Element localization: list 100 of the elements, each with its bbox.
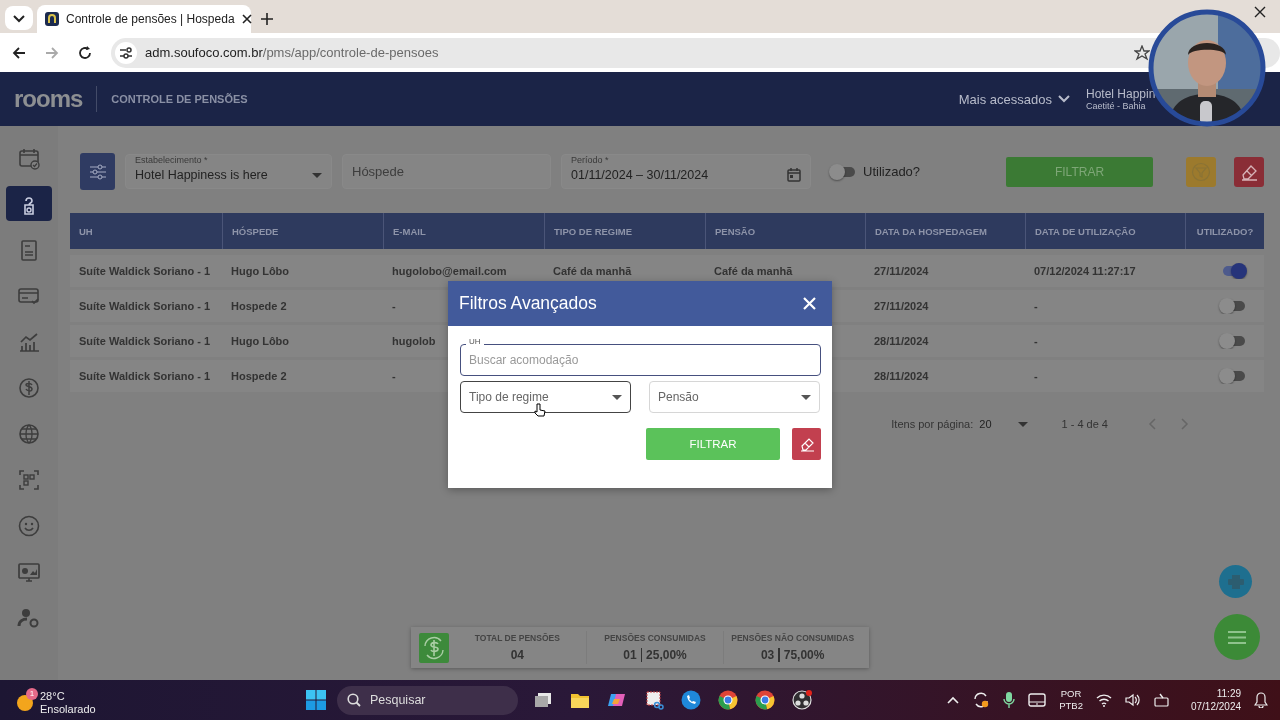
table-cell: Hospede 2 bbox=[231, 370, 287, 382]
toggle-switch[interactable] bbox=[1218, 333, 1245, 349]
windows-logo-icon[interactable] bbox=[305, 690, 326, 710]
column-header: UH bbox=[78, 224, 94, 239]
table-cell: - bbox=[1034, 335, 1038, 347]
column-header: UTILIZADO? bbox=[1185, 213, 1264, 249]
dropdown-caret-icon bbox=[312, 172, 322, 178]
site-icon bbox=[45, 12, 59, 26]
table-cell: Suíte Waldick Soriano - 1 bbox=[79, 335, 210, 347]
summary-value: 03 bbox=[760, 648, 775, 662]
reload-icon[interactable] bbox=[78, 45, 92, 60]
tab-title: Controle de pensões | Hospeda bbox=[66, 12, 235, 26]
page-size-select[interactable]: 20 bbox=[979, 418, 1028, 430]
weather-widget[interactable]: 1 28°C Ensolarado bbox=[16, 681, 96, 719]
menu-icon bbox=[1228, 630, 1246, 644]
task-view-icon[interactable] bbox=[532, 690, 553, 710]
back-icon[interactable] bbox=[12, 45, 26, 60]
dollar-cycle-icon bbox=[17, 375, 41, 400]
sliders-icon bbox=[88, 163, 107, 180]
summary-label: TOTAL DE PENSÕES bbox=[474, 633, 560, 643]
sidebar-item[interactable] bbox=[6, 186, 52, 221]
keyboard-language[interactable]: POR PTB2 bbox=[1059, 688, 1083, 712]
summary-value: 01 bbox=[623, 648, 637, 662]
table-cell: hugolobo@email.com bbox=[392, 265, 507, 277]
column-header: PENSÃO bbox=[705, 213, 865, 249]
column-header: DATA DA HOSPEDAGEM bbox=[865, 213, 1025, 249]
toggle-switch[interactable] bbox=[829, 163, 855, 180]
clock[interactable]: 11:29 07/12/2024 bbox=[1190, 687, 1241, 713]
phone-icon[interactable] bbox=[680, 690, 701, 710]
pointer-cursor-icon bbox=[534, 403, 546, 417]
page-range: 1 - 4 de 4 bbox=[1061, 418, 1108, 430]
smiley-icon bbox=[17, 513, 41, 538]
guest-field[interactable]: Hóspede bbox=[342, 154, 551, 189]
notification-badge: 1 bbox=[26, 688, 38, 700]
summary-label: PENSÕES NÃO CONSUMIDAS bbox=[731, 633, 855, 643]
table-cell: Suíte Waldick Soriano - 1 bbox=[79, 300, 210, 312]
table-cell: 28/11/2024 bbox=[874, 370, 929, 382]
snipping-tool-icon[interactable] bbox=[643, 690, 664, 710]
eraser-icon bbox=[798, 436, 815, 452]
table-cell: Suíte Waldick Soriano - 1 bbox=[79, 265, 210, 277]
tablet-icon[interactable] bbox=[1028, 693, 1047, 707]
globe-icon bbox=[17, 421, 41, 446]
table-cell: 07/12/2024 11:27:17 bbox=[1034, 265, 1136, 277]
url-text: adm.soufoco.com.br/pms/app/controle-de-pensoes bbox=[145, 45, 439, 60]
most-accessed-menu[interactable]: Mais acessados bbox=[958, 91, 1070, 107]
table-cell: - bbox=[1034, 300, 1038, 312]
wifi-icon[interactable] bbox=[1095, 693, 1112, 707]
microphone-icon[interactable] bbox=[1003, 691, 1016, 709]
sync-icon[interactable] bbox=[972, 691, 991, 709]
browser-icon[interactable] bbox=[717, 690, 738, 710]
money-cycle-icon bbox=[419, 632, 449, 663]
star-icon[interactable] bbox=[1134, 44, 1150, 61]
volume-icon[interactable] bbox=[1124, 693, 1141, 707]
eraser-button[interactable] bbox=[792, 428, 821, 460]
chevron-up-icon[interactable] bbox=[947, 696, 960, 704]
table-cell: hugolob bbox=[392, 335, 436, 347]
hotel-name: Hotel Happin bbox=[1086, 87, 1157, 101]
eraser-button[interactable] bbox=[1234, 156, 1264, 187]
accommodation-field[interactable]: Buscar acomodação bbox=[460, 344, 821, 376]
address-bar[interactable]: adm.soufoco.com.br/pms/app/controle-de-pensoes bbox=[111, 37, 1280, 68]
close-icon[interactable] bbox=[241, 14, 252, 24]
regime-select[interactable]: Tipo de regime bbox=[460, 381, 631, 413]
column-header: E-MAIL bbox=[383, 213, 544, 249]
dropdown-caret-icon bbox=[1017, 421, 1028, 427]
summary-label: PENSÕES CONSUMIDAS bbox=[604, 633, 706, 643]
toggle-switch[interactable] bbox=[1218, 368, 1245, 384]
browser-tab[interactable]: Controle de pensões | Hospeda bbox=[37, 5, 251, 33]
table-cell: 28/11/2024 bbox=[874, 335, 929, 347]
calendar-icon bbox=[787, 168, 801, 182]
qr-scan-icon bbox=[17, 467, 41, 492]
bell-icon[interactable] bbox=[1254, 692, 1268, 708]
table-cell: 27/11/2024 bbox=[874, 300, 929, 312]
new-tab-icon[interactable] bbox=[261, 13, 273, 25]
establishment-select[interactable]: Estabelecimento * Hotel Happiness is here bbox=[125, 154, 332, 189]
items-per-page-label: Itens por página: bbox=[891, 418, 974, 430]
table-cell: Café da manhã bbox=[714, 265, 793, 277]
page-title: CONTROLE DE PENSÕES bbox=[111, 93, 248, 105]
summary-percent: 75,00% bbox=[783, 648, 825, 662]
column-header: DATA DE UTILIZAÇÃO bbox=[1025, 213, 1185, 249]
dropdown-caret-icon bbox=[801, 394, 811, 400]
table-cell: - bbox=[392, 300, 396, 312]
tab-list-icon[interactable] bbox=[5, 5, 33, 30]
site-settings-icon bbox=[115, 41, 137, 64]
column-header: HÓSPEDE bbox=[222, 213, 383, 249]
search-icon bbox=[346, 693, 361, 707]
advanced-filters-button[interactable] bbox=[80, 153, 115, 190]
table-cell: Hospede 2 bbox=[231, 300, 287, 312]
period-field[interactable]: Período * 01/11/2024 – 30/11/2024 bbox=[561, 154, 811, 189]
logo: rooms bbox=[14, 85, 83, 113]
browser-icon[interactable] bbox=[754, 690, 775, 710]
sun-icon bbox=[16, 694, 34, 712]
search-field[interactable]: Pesquisar bbox=[336, 685, 518, 715]
pension-select[interactable]: Pensão bbox=[649, 381, 820, 413]
table-cell: - bbox=[392, 370, 396, 382]
table-cell: 27/11/2024 bbox=[874, 265, 929, 277]
close-icon[interactable] bbox=[1254, 5, 1266, 18]
hotel-location: Caetité - Bahia bbox=[1086, 101, 1147, 111]
recorder-icon[interactable] bbox=[791, 690, 812, 710]
toggle-switch[interactable] bbox=[1218, 298, 1245, 314]
summary-percent: 25,00% bbox=[646, 648, 687, 662]
